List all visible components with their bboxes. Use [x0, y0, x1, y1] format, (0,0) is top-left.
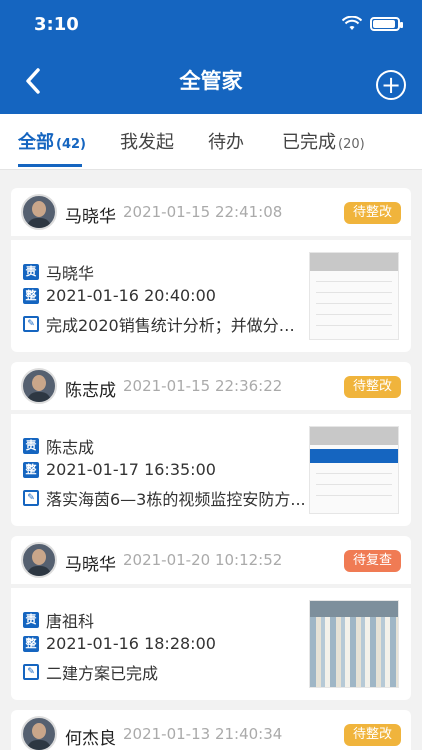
task-card[interactable]: 马晓华 2021-01-15 22:41:08 待整改 责 马晓华 整 2021…: [11, 188, 411, 352]
deadline-value: 2021-01-16 20:40:00: [46, 286, 216, 305]
author-name: 何杰良: [65, 729, 116, 749]
tab-completed[interactable]: 已完成 (20): [282, 128, 365, 154]
created-time: 2021-01-20 10:12:52: [123, 551, 283, 569]
tab-count: (42): [56, 137, 86, 152]
card-body: 责 陈志成 整 2021-01-17 16:35:00 ✎ 落实海茵6—3栋的视…: [11, 414, 411, 526]
task-card[interactable]: 陈志成 2021-01-15 22:36:22 待整改 责 陈志成 整 2021…: [11, 362, 411, 526]
deadline-icon: 整: [23, 287, 39, 304]
deadline-icon: 整: [23, 461, 39, 478]
created-time: 2021-01-15 22:36:22: [123, 377, 283, 395]
deadline-value: 2021-01-16 18:28:00: [46, 634, 216, 653]
add-button[interactable]: +: [376, 70, 406, 100]
description-row: ✎ 完成2020销售统计分析；并做分析...: [23, 312, 306, 336]
status-badge: 待整改: [343, 202, 401, 224]
edit-note-icon: ✎: [23, 316, 39, 332]
avatar: [21, 716, 57, 750]
tab-all[interactable]: 全部 (42): [18, 128, 86, 154]
description-row: ✎ 二建方案已完成: [23, 660, 158, 684]
tab-label: 全部: [18, 132, 54, 153]
deadline-icon: 整: [23, 635, 39, 652]
card-body: 责 唐祖科 整 2021-01-16 18:28:00 ✎ 二建方案已完成: [11, 588, 411, 700]
deadline-row: 整 2021-01-17 16:35:00: [23, 460, 216, 479]
responsible-row: 责 唐祖科: [23, 608, 94, 632]
created-time: 2021-01-13 21:40:34: [123, 725, 283, 743]
responsible-icon: 责: [23, 264, 39, 280]
card-header: 陈志成 2021-01-15 22:36:22 待整改: [11, 362, 411, 410]
deadline-value: 2021-01-17 16:35:00: [46, 460, 216, 479]
responsible-row: 责 陈志成: [23, 434, 94, 458]
tab-label: 我发起: [120, 132, 174, 153]
task-card[interactable]: 马晓华 2021-01-20 10:12:52 待复查 责 唐祖科 整 2021…: [11, 536, 411, 700]
task-card[interactable]: 何杰良 2021-01-13 21:40:34 待整改: [11, 710, 411, 750]
plus-icon: +: [380, 71, 402, 99]
avatar: [21, 368, 57, 404]
responsible-icon: 责: [23, 612, 39, 628]
description-row: ✎ 落实海茵6—3栋的视频监控安防方...: [23, 486, 306, 510]
battery-icon: [370, 17, 403, 31]
deadline-row: 整 2021-01-16 20:40:00: [23, 286, 216, 305]
edit-note-icon: ✎: [23, 490, 39, 506]
tab-indicator: [18, 164, 82, 167]
page-title: 全管家: [179, 69, 243, 93]
tab-initiated[interactable]: 我发起: [120, 128, 174, 154]
card-header: 何杰良 2021-01-13 21:40:34 待整改: [11, 710, 411, 750]
description-value: 落实海茵6—3栋的视频监控安防方...: [46, 490, 306, 509]
deadline-row: 整 2021-01-16 18:28:00: [23, 634, 216, 653]
description-value: 完成2020销售统计分析；并做分析...: [46, 316, 306, 335]
description-value: 二建方案已完成: [46, 664, 159, 683]
responsible-value: 马晓华: [46, 264, 95, 283]
author-name: 陈志成: [65, 381, 116, 401]
status-badge: 待整改: [343, 724, 401, 746]
author-name: 马晓华: [65, 555, 116, 575]
status-icons: [342, 16, 403, 32]
responsible-value: 陈志成: [46, 438, 95, 457]
card-header: 马晓华 2021-01-20 10:12:52 待复查: [11, 536, 411, 584]
tab-label: 待办: [208, 132, 244, 153]
created-time: 2021-01-15 22:41:08: [123, 203, 283, 221]
responsible-row: 责 马晓华: [23, 260, 94, 284]
tab-count: (20): [338, 137, 365, 152]
tab-todo[interactable]: 待办: [208, 128, 244, 154]
attachment-thumbnail[interactable]: [309, 426, 399, 514]
tab-bar: 全部 (42) 我发起 待办 已完成 (20): [0, 114, 422, 170]
tab-label: 已完成: [282, 132, 336, 153]
attachment-thumbnail[interactable]: [309, 252, 399, 340]
card-header: 马晓华 2021-01-15 22:41:08 待整改: [11, 188, 411, 236]
avatar: [21, 542, 57, 578]
status-badge: 待复查: [343, 550, 401, 572]
attachment-thumbnail[interactable]: [309, 600, 399, 688]
avatar: [21, 194, 57, 230]
app-header: 3:10 全管家 +: [0, 0, 422, 114]
status-badge: 待整改: [343, 376, 401, 398]
responsible-value: 唐祖科: [46, 612, 95, 631]
author-name: 马晓华: [65, 207, 116, 227]
responsible-icon: 责: [23, 438, 39, 454]
edit-note-icon: ✎: [23, 664, 39, 680]
card-body: 责 马晓华 整 2021-01-16 20:40:00 ✎ 完成2020销售统计…: [11, 240, 411, 352]
wifi-icon: [342, 16, 362, 30]
status-time: 3:10: [34, 14, 79, 35]
